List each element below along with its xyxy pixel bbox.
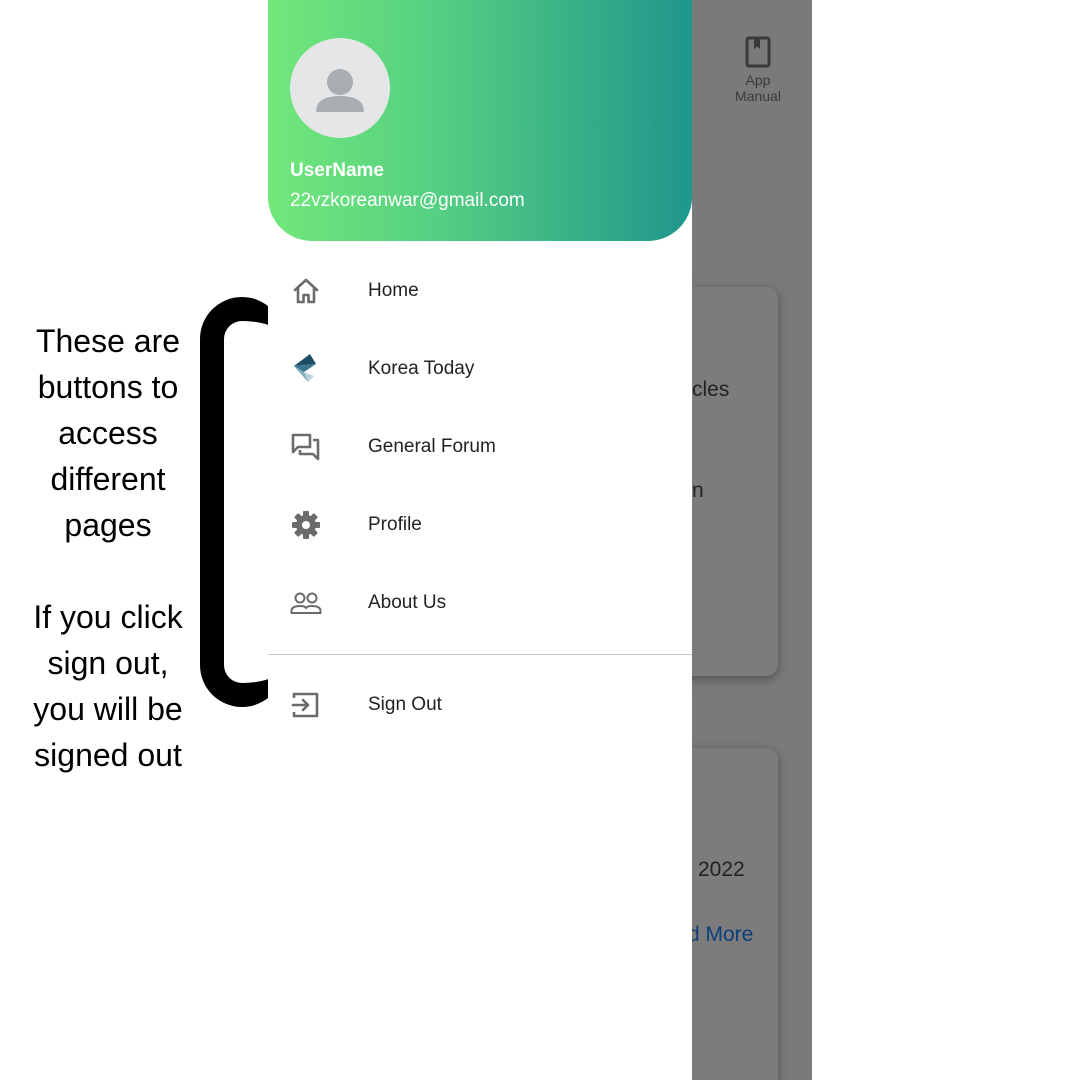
menu-item-profile[interactable]: Profile <box>268 493 692 557</box>
menu-item-label: Profile <box>368 514 422 535</box>
phone-screen: App Manual cles n 2022 d More UserName 2… <box>268 0 812 1080</box>
sign-out-button[interactable]: Sign Out <box>268 673 692 737</box>
sign-out-label: Sign Out <box>368 694 442 715</box>
home-icon <box>293 278 319 304</box>
user-name: UserName <box>290 160 384 181</box>
card-date: 2022 <box>698 858 745 881</box>
menu-divider <box>268 654 692 655</box>
app-manual-button[interactable]: App Manual <box>730 36 786 104</box>
card-text: n <box>692 479 704 502</box>
people-icon <box>290 592 322 614</box>
book-icon <box>745 36 771 68</box>
menu-item-label: Korea Today <box>368 358 475 379</box>
annotation-line: you will be <box>33 691 183 727</box>
annotation-line: buttons to <box>37 369 179 405</box>
annotation-line: sign out, <box>47 645 169 681</box>
navigation-drawer: UserName 22vzkoreanwar@gmail.com Home Ko… <box>268 0 692 1080</box>
menu-item-general-forum[interactable]: General Forum <box>268 415 692 479</box>
avatar <box>290 38 390 138</box>
annotation-text: These are buttons to access different pa… <box>0 318 216 778</box>
sign-out-icon <box>291 692 319 718</box>
annotation-line: access <box>58 415 158 451</box>
menu-item-korea-today[interactable]: Korea Today <box>268 337 692 401</box>
person-icon <box>316 69 364 112</box>
read-more-link[interactable]: d More <box>688 923 753 947</box>
app-manual-label: Manual <box>735 88 781 104</box>
annotation-line: pages <box>64 507 152 543</box>
menu-item-about-us[interactable]: About Us <box>268 571 692 635</box>
gear-icon <box>292 511 320 539</box>
forum-icon <box>291 433 320 461</box>
menu-item-label: General Forum <box>368 436 496 457</box>
drawer-header: UserName 22vzkoreanwar@gmail.com <box>268 0 692 241</box>
korea-today-logo-icon <box>294 354 316 382</box>
menu-item-label: About Us <box>368 592 447 613</box>
app-manual-label: App <box>745 72 771 88</box>
menu-item-home[interactable]: Home <box>268 259 692 323</box>
annotation-line: different <box>50 461 166 497</box>
menu-item-label: Home <box>368 280 419 301</box>
user-email: 22vzkoreanwar@gmail.com <box>290 190 525 211</box>
annotation-line: If you click <box>33 599 183 635</box>
annotation-line: signed out <box>34 737 182 773</box>
card-text: cles <box>692 378 730 401</box>
annotation-line: These are <box>35 323 181 359</box>
